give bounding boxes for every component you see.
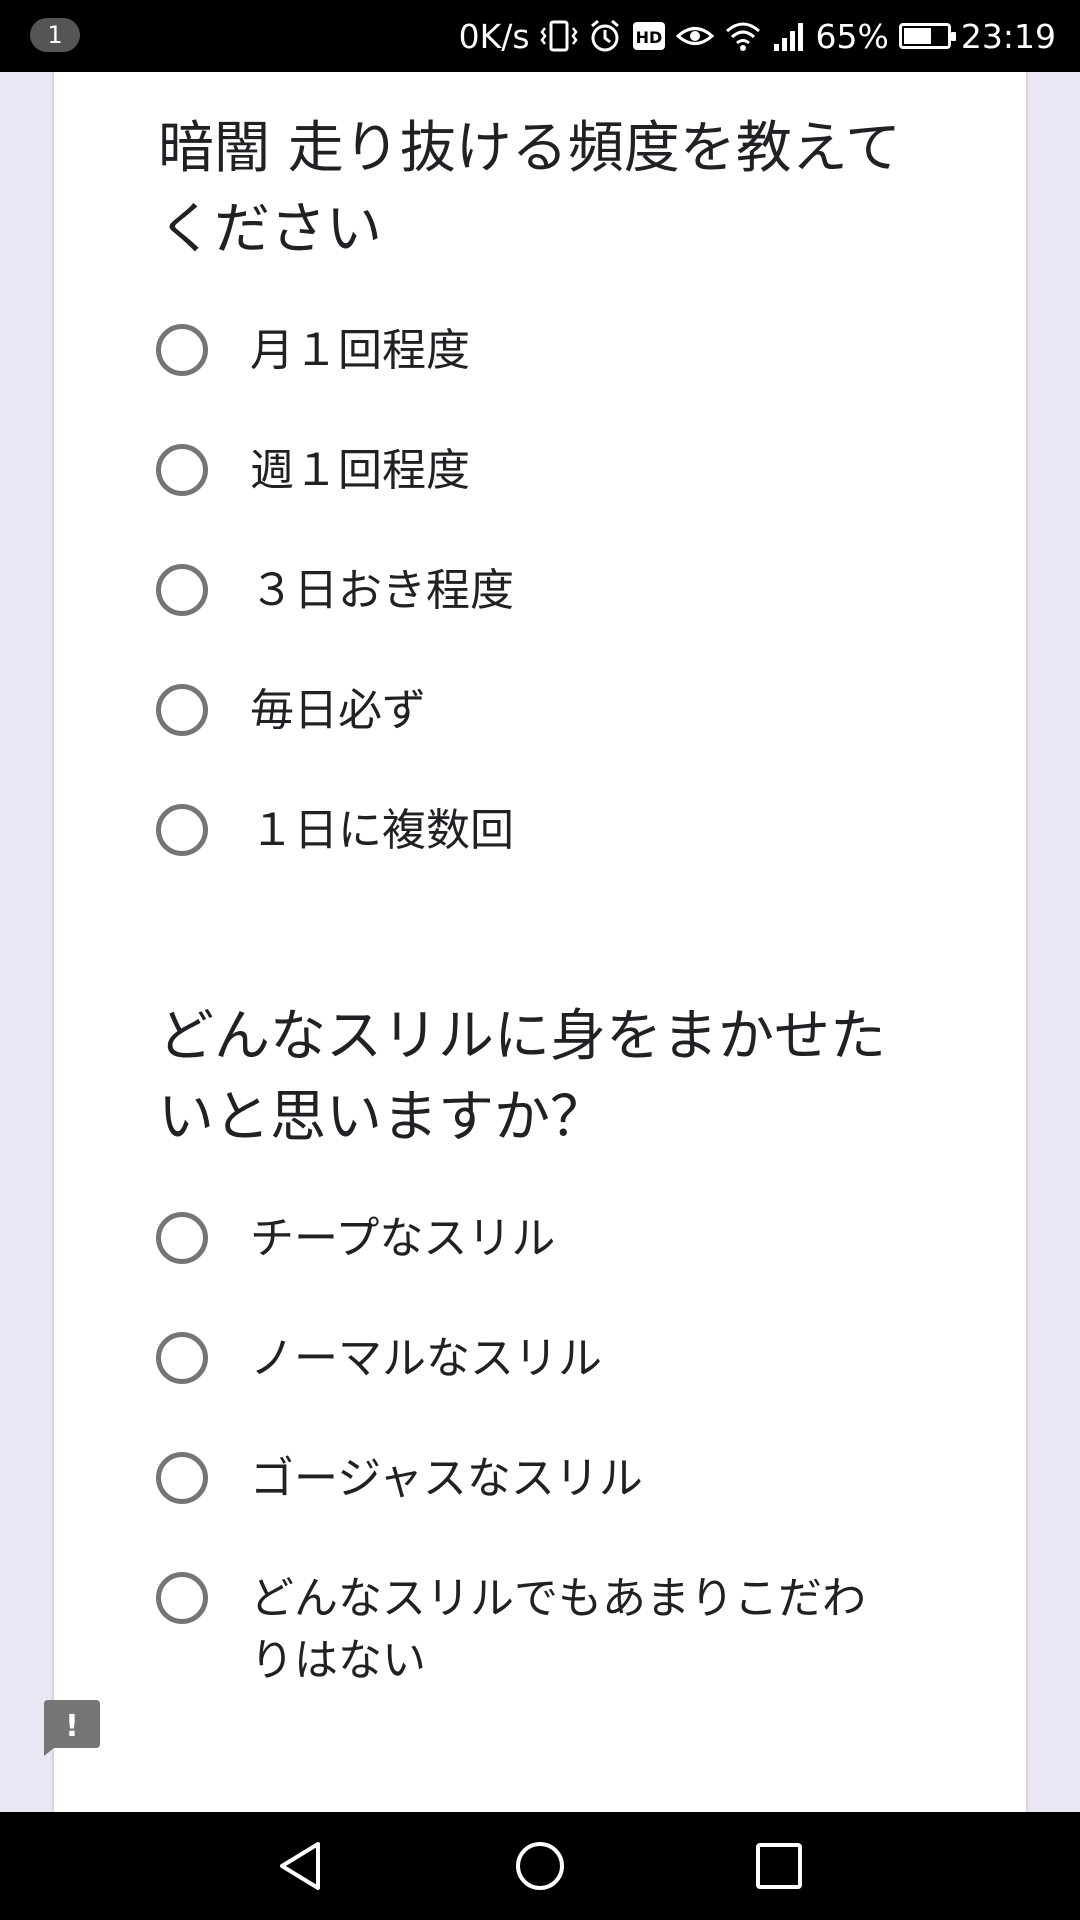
- radio-button[interactable]: [156, 324, 208, 376]
- signal-icon: [772, 20, 806, 52]
- option-multiple-per-day[interactable]: １日に複数回: [156, 800, 916, 862]
- radio-button[interactable]: [156, 684, 208, 736]
- form-card: 暗闇 走り抜ける頻度を教えてください 月１回程度 週１回程度 ３日おき程度 毎日…: [54, 72, 1026, 1812]
- option-label: １日に複数回: [250, 805, 514, 856]
- option-label: 週１回程度: [250, 445, 470, 496]
- radio-button[interactable]: [156, 444, 208, 496]
- radio-button[interactable]: [156, 1332, 208, 1384]
- navigation-bar: [0, 1812, 1080, 1920]
- question-title-frequency: 暗闇 走り抜ける頻度を教えてください: [158, 116, 902, 262]
- option-normal-thrill[interactable]: ノーマルなスリル: [156, 1328, 916, 1390]
- option-monthly[interactable]: 月１回程度: [156, 320, 916, 382]
- option-weekly[interactable]: 週１回程度: [156, 440, 916, 502]
- status-bar: 1 0K/s HD 65% 23:19: [0, 0, 1080, 72]
- option-label: ノーマルなスリル: [250, 1333, 602, 1384]
- option-daily[interactable]: 毎日必ず: [156, 680, 916, 742]
- svg-text:HD: HD: [635, 28, 662, 47]
- radio-button[interactable]: [156, 564, 208, 616]
- vibrate-icon: [539, 18, 578, 54]
- radio-button[interactable]: [156, 804, 208, 856]
- option-label: ３日おき程度: [250, 565, 514, 616]
- recents-icon[interactable]: [752, 1839, 806, 1893]
- back-icon[interactable]: [274, 1839, 328, 1893]
- radio-button[interactable]: [156, 1452, 208, 1504]
- option-label: 月１回程度: [250, 325, 470, 376]
- option-label: チープなスリル: [250, 1213, 556, 1264]
- battery-level: [903, 28, 932, 44]
- option-every-three-days[interactable]: ３日おき程度: [156, 560, 916, 622]
- battery-icon: [898, 23, 956, 49]
- option-label: どんなスリルでもあまりこだわりはない: [250, 1573, 866, 1686]
- alarm-icon: [588, 18, 622, 54]
- status-icons: 0K/s HD 65% 23:19: [459, 0, 1056, 72]
- notification-count-badge: 1: [30, 18, 80, 52]
- home-icon[interactable]: [513, 1839, 567, 1893]
- radio-button[interactable]: [156, 1212, 208, 1264]
- report-feedback-icon[interactable]: !: [42, 1698, 102, 1756]
- battery-percent: 65%: [815, 16, 889, 56]
- radio-button[interactable]: [156, 1572, 208, 1624]
- wifi-icon: [724, 20, 762, 52]
- hd-icon: HD: [632, 21, 666, 51]
- option-label: ゴージャスなスリル: [250, 1453, 643, 1504]
- question-title-thrill: どんなスリルに身をまかせたいと思いますか？: [158, 1004, 886, 1150]
- option-gorgeous-thrill[interactable]: ゴージャスなスリル: [156, 1448, 916, 1510]
- feedback-glyph: !: [65, 1709, 79, 1744]
- clock-time: 23:19: [960, 16, 1056, 56]
- option-cheap-thrill[interactable]: チープなスリル: [156, 1208, 916, 1270]
- eye-icon: [675, 21, 714, 51]
- option-no-preference[interactable]: どんなスリルでもあまりこだわりはない: [156, 1568, 916, 1692]
- option-label: 毎日必ず: [250, 685, 426, 736]
- network-speed: 0K/s: [458, 16, 530, 56]
